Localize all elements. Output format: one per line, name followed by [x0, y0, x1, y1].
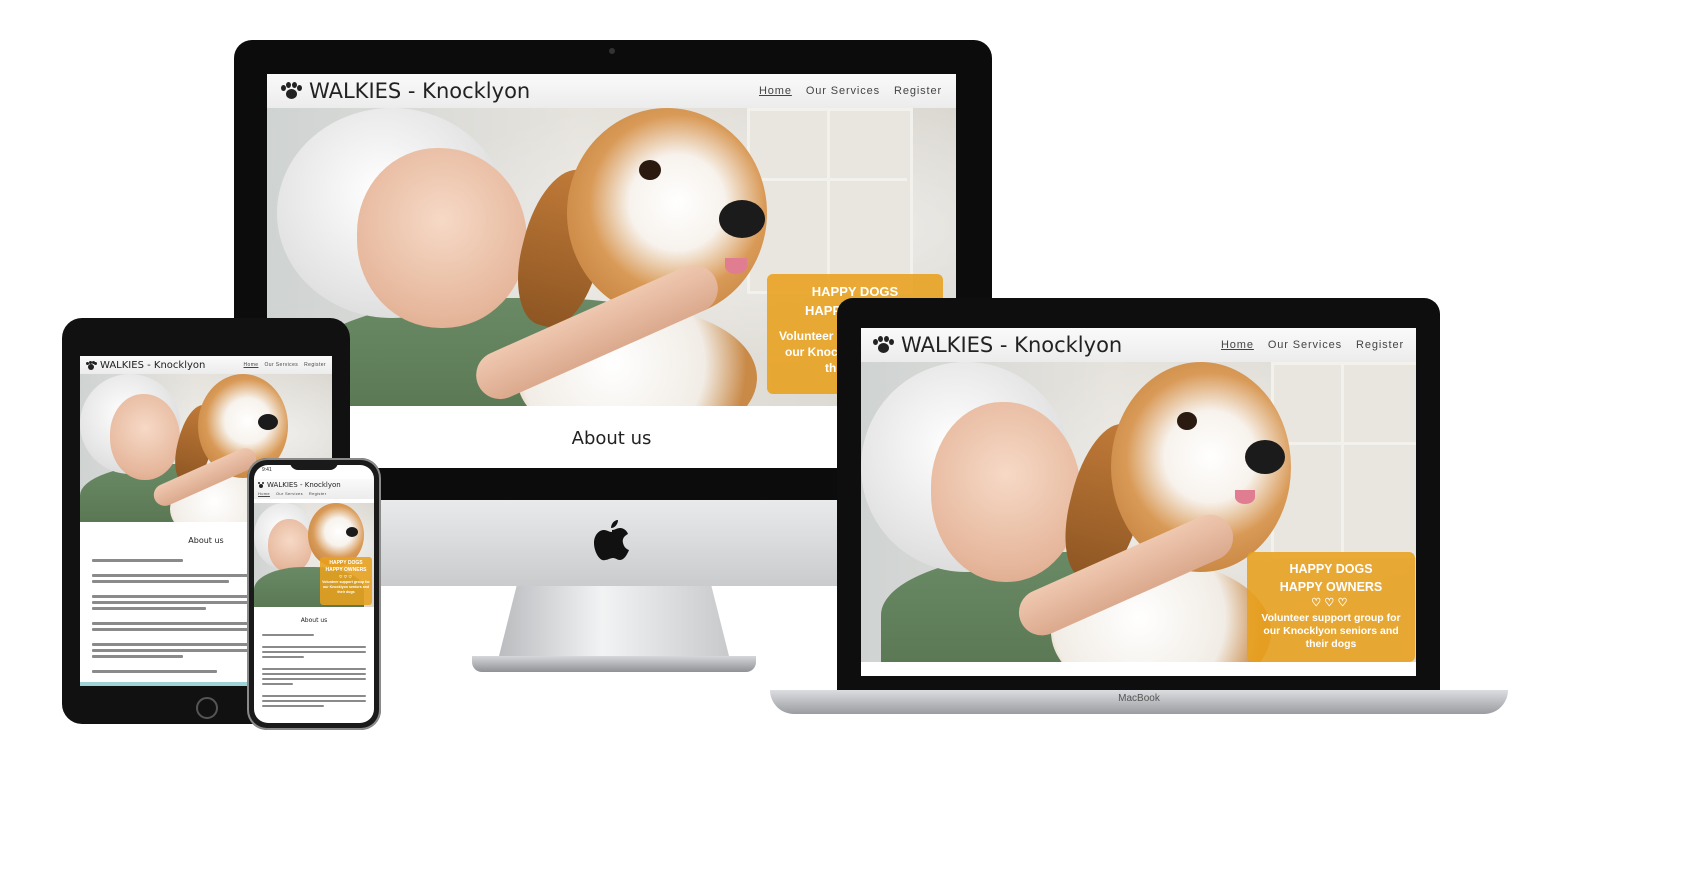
hero-callout: HAPPY DOGS HAPPY OWNERS ♡♡♡ Volunteer su…	[1247, 552, 1415, 662]
paw-icon	[86, 360, 97, 370]
paw-icon	[258, 482, 264, 488]
apple-logo-icon	[594, 520, 629, 561]
imac-stand	[498, 586, 730, 660]
brand-text: WALKIES - Knocklyon	[901, 333, 1123, 357]
hearts-icon: ♡♡♡	[1311, 597, 1351, 609]
imac-foot	[472, 656, 756, 672]
brand-logo[interactable]: WALKIES - Knocklyon	[86, 360, 205, 371]
nav-links: Home Our Services Register	[1221, 339, 1404, 351]
nav-home[interactable]: Home	[759, 85, 792, 97]
callout-tagline: Volunteer support group for our Knocklyo…	[1261, 612, 1401, 650]
ipad-home-button[interactable]	[196, 697, 218, 719]
nav-our-services[interactable]: Our Services	[264, 362, 298, 368]
callout-line2: HAPPY OWNERS	[1279, 580, 1383, 594]
navbar: WALKIES - Knocklyon Home Our Services Re…	[267, 74, 956, 108]
nav-home[interactable]: Home	[244, 362, 259, 368]
navbar: WALKIES - Knocklyon Home Our Services Re…	[80, 356, 332, 374]
nav-register[interactable]: Register	[894, 85, 942, 97]
nav-register[interactable]: Register	[304, 362, 326, 368]
nav-our-services[interactable]: Our Services	[806, 85, 880, 97]
imac-camera	[609, 48, 615, 54]
callout-tagline: Volunteer support group for our Knocklyo…	[322, 580, 370, 594]
nav-register[interactable]: Register	[1356, 339, 1404, 351]
nav-register[interactable]: Register	[309, 491, 326, 496]
hero-image: HAPPY DOGS HAPPY OWNERS ♡♡♡ Volunteer su…	[254, 503, 374, 607]
nav-our-services[interactable]: Our Services	[1268, 339, 1342, 351]
brand-text: WALKIES - Knocklyon	[267, 481, 341, 489]
about-body-text	[262, 631, 366, 710]
navbar: WALKIES - Knocklyon Home Our Services Re…	[861, 328, 1416, 362]
brand-logo[interactable]: WALKIES - Knocklyon	[258, 481, 370, 489]
callout-line1: HAPPY DOGS	[329, 560, 363, 566]
brand-text: WALKIES - Knocklyon	[100, 359, 206, 371]
navbar: WALKIES - Knocklyon Home Our Services Re…	[254, 479, 374, 499]
hero-image: HAPPY DOGS HAPPY OWNERS ♡♡♡ Volunteer su…	[861, 362, 1416, 662]
hero-callout: HAPPY DOGS HAPPY OWNERS ♡♡♡ Volunteer su…	[320, 557, 372, 605]
macbook-label: MacBook	[1118, 693, 1160, 704]
brand-logo[interactable]: WALKIES - Knocklyon	[873, 333, 1122, 357]
nav-our-services[interactable]: Our Services	[276, 491, 303, 496]
paw-icon	[281, 82, 302, 100]
iphone-screen: 9:41 WALKIES - Knocklyon Home Our Servic…	[254, 465, 374, 723]
nav-home[interactable]: Home	[258, 491, 270, 496]
about-heading: About us	[300, 617, 328, 624]
nav-links: Home Our Services Register	[244, 362, 326, 368]
status-time: 9:41	[262, 467, 272, 473]
brand-logo[interactable]: WALKIES - Knocklyon	[281, 79, 530, 103]
macbook-screen: WALKIES - Knocklyon Home Our Services Re…	[861, 328, 1416, 676]
nav-links: Home Our Services Register	[258, 491, 370, 496]
nav-links: Home Our Services Register	[759, 85, 942, 97]
callout-line2: HAPPY OWNERS	[325, 567, 367, 573]
iphone-notch	[290, 461, 338, 470]
callout-line1: HAPPY DOGS	[1289, 562, 1373, 576]
nav-home[interactable]: Home	[1221, 339, 1254, 351]
brand-text: WALKIES - Knocklyon	[309, 79, 531, 103]
paw-icon	[873, 336, 894, 354]
